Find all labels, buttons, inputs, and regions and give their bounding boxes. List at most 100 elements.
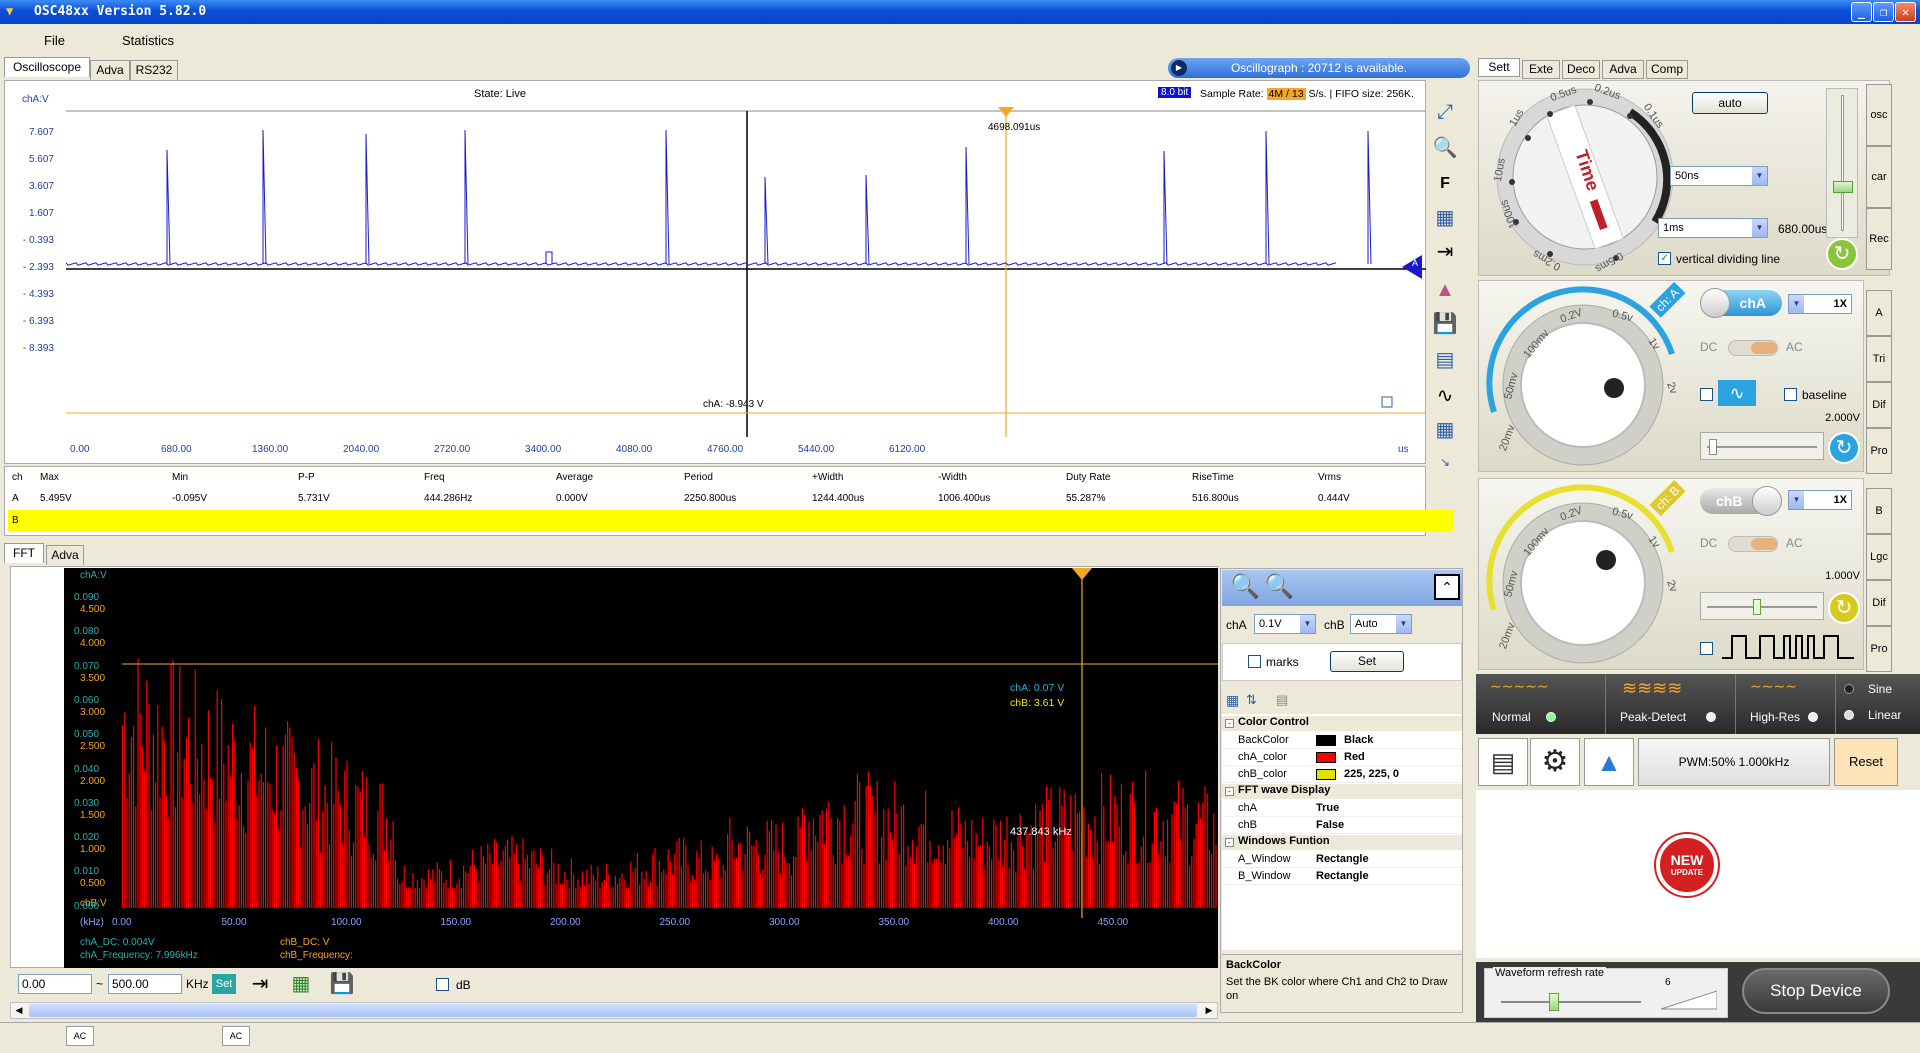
pwm-button[interactable]: PWM:50% 1.000kHz xyxy=(1638,738,1830,786)
property-row[interactable]: chB_color 225, 225, 0 xyxy=(1222,767,1462,783)
property-row[interactable]: chA True xyxy=(1222,801,1462,817)
histogram-button[interactable]: ▤ xyxy=(1478,738,1528,786)
image-export-icon[interactable]: ▤ xyxy=(1431,346,1459,374)
minimize-button[interactable]: _ xyxy=(1851,2,1872,22)
waveform-icon[interactable]: ∿ xyxy=(1431,382,1459,410)
tab-exte[interactable]: Exte xyxy=(1522,60,1560,79)
fft-grid-icon[interactable]: ▦ xyxy=(287,970,315,998)
side-tab-osc[interactable]: osc xyxy=(1866,84,1892,146)
close-button[interactable]: ✕ xyxy=(1895,2,1916,22)
area-chart-button[interactable]: ▲ xyxy=(1584,738,1634,786)
save-icon[interactable]: 💾 xyxy=(1431,310,1459,338)
fft-chart[interactable] xyxy=(122,568,1218,918)
side-tab-pro-b[interactable]: Pro xyxy=(1866,626,1892,672)
tab-oscilloscope[interactable]: Oscilloscope xyxy=(4,57,90,77)
sine-radio[interactable] xyxy=(1844,684,1854,694)
property-row[interactable]: B_Window Rectangle xyxy=(1222,869,1462,885)
mode-linear-option[interactable]: Linear xyxy=(1838,706,1918,726)
collapse-box-icon[interactable]: - xyxy=(1225,719,1234,728)
timebase-slider-track[interactable] xyxy=(1826,88,1858,238)
tab-comp[interactable]: Comp xyxy=(1646,60,1688,79)
linear-radio[interactable] xyxy=(1844,710,1854,720)
availability-banner[interactable]: ▶ Oscillograph : 20712 is available. xyxy=(1168,58,1470,78)
scroll-thumb[interactable] xyxy=(29,1004,1197,1017)
collapse-up-icon[interactable]: ⌃ xyxy=(1434,574,1460,600)
zoom-in-icon[interactable]: 🔍 xyxy=(1431,134,1459,162)
settings-gear-button[interactable]: ⚙ xyxy=(1530,738,1580,786)
marks-checkbox[interactable] xyxy=(1248,655,1261,668)
slider-thumb[interactable] xyxy=(1549,993,1559,1011)
cha-refresh-icon[interactable]: ↻ xyxy=(1828,432,1860,464)
menu-statistics[interactable]: Statistics xyxy=(122,33,174,48)
new-update-badge[interactable]: NEW UPDATE xyxy=(1656,834,1718,896)
fft-chb-scale-select[interactable]: Auto ▼ xyxy=(1350,614,1412,634)
fft-cha-scale-select[interactable]: 0.1V ▼ xyxy=(1254,614,1316,634)
refresh-rate-slider[interactable] xyxy=(1493,989,1719,1013)
measure-width-icon[interactable]: ⇥ xyxy=(1431,238,1459,266)
vertical-dividing-checkbox[interactable]: ✓ xyxy=(1658,252,1671,265)
property-row[interactable]: BackColor Black xyxy=(1222,733,1462,749)
timebase-fine-select[interactable]: 50ns ▼ xyxy=(1670,166,1768,186)
tab-sett[interactable]: Sett xyxy=(1478,58,1520,77)
cha-coupling-switch[interactable] xyxy=(1728,340,1778,356)
reset-button[interactable]: Reset xyxy=(1834,738,1898,786)
side-tab-a[interactable]: A xyxy=(1866,290,1892,336)
mode-sine-option[interactable]: Sine xyxy=(1838,680,1918,700)
tab-rs232[interactable]: RS232 xyxy=(130,60,178,80)
tab-right-adva[interactable]: Adva xyxy=(1602,60,1644,79)
cha-offset-slider[interactable] xyxy=(1700,432,1824,460)
property-row[interactable]: chB False xyxy=(1222,818,1462,834)
highres-radio[interactable] xyxy=(1808,712,1818,722)
chb-refresh-icon[interactable]: ↻ xyxy=(1828,592,1860,624)
marks-set-button[interactable]: Set xyxy=(1330,651,1404,672)
collapse-box-icon[interactable]: - xyxy=(1225,838,1234,847)
fft-freq-cursor-marker[interactable] xyxy=(1072,568,1092,580)
menu-file[interactable]: File xyxy=(44,33,65,48)
cha-invert-checkbox[interactable] xyxy=(1700,388,1713,401)
fft-set-button[interactable]: Set xyxy=(212,974,236,994)
expand-corner-icon[interactable]: ↘ xyxy=(1431,448,1459,476)
property-row[interactable]: chA_color Red xyxy=(1222,750,1462,766)
slider-thumb[interactable] xyxy=(1753,599,1761,615)
side-tab-lgc[interactable]: Lgc xyxy=(1866,534,1892,580)
side-tab-dif[interactable]: Dif xyxy=(1866,382,1892,428)
peak-radio[interactable] xyxy=(1706,712,1716,722)
maximize-button[interactable]: ❐ xyxy=(1873,2,1894,22)
chb-probe-select[interactable]: ▼ 1X xyxy=(1788,490,1852,510)
categorized-icon[interactable]: ▦ xyxy=(1226,692,1239,709)
slider-thumb[interactable] xyxy=(1833,181,1853,193)
fft-zoom-in-icon[interactable]: 🔍 xyxy=(1230,572,1260,601)
chb-coupling-switch[interactable] xyxy=(1728,536,1778,552)
side-tab-pro[interactable]: Pro xyxy=(1866,428,1892,474)
property-row[interactable]: A_Window Rectangle xyxy=(1222,852,1462,868)
timebase-refresh-icon[interactable]: ↻ xyxy=(1826,238,1858,270)
fft-range-from-input[interactable] xyxy=(18,974,92,994)
fft-scrollbar[interactable]: ◀ ▶ xyxy=(10,1002,1218,1019)
freeze-f-icon[interactable]: F xyxy=(1431,170,1459,198)
scope-plot[interactable] xyxy=(66,107,1434,437)
scroll-left-arrow[interactable]: ◀ xyxy=(11,1003,27,1018)
cha-toggle[interactable]: chA xyxy=(1700,288,1782,318)
property-pages-icon[interactable]: ▤ xyxy=(1276,692,1288,708)
property-category[interactable]: FFT wave Display xyxy=(1222,784,1462,799)
scroll-right-arrow[interactable]: ▶ xyxy=(1201,1003,1217,1018)
tab-fft-adva[interactable]: Adva xyxy=(46,545,84,565)
side-tab-car[interactable]: car xyxy=(1866,146,1892,208)
property-category[interactable]: Windows Funtion xyxy=(1222,835,1462,850)
stop-device-button[interactable]: Stop Device xyxy=(1742,968,1890,1014)
time-cursor-marker[interactable] xyxy=(998,107,1014,117)
db-checkbox[interactable] xyxy=(436,978,449,991)
fit-screen-icon[interactable]: ⤢ xyxy=(1431,98,1459,126)
logic-checkbox[interactable] xyxy=(1700,642,1713,655)
slider-thumb[interactable] xyxy=(1709,439,1717,455)
table-icon[interactable]: ▦ xyxy=(1431,416,1459,444)
grid-cursor-icon[interactable]: ▦ xyxy=(1431,204,1459,232)
mode-peak-detect[interactable]: ≋≋≋≋ Peak-Detect xyxy=(1606,674,1736,734)
property-category[interactable]: Color Control xyxy=(1222,716,1462,731)
collapse-box-icon[interactable]: - xyxy=(1225,787,1234,796)
timebase-coarse-select[interactable]: 1ms ▼ xyxy=(1658,218,1768,238)
baseline-checkbox[interactable] xyxy=(1784,388,1797,401)
side-tab-b[interactable]: B xyxy=(1866,488,1892,534)
fft-zoom-out-icon[interactable]: 🔍 xyxy=(1264,572,1294,601)
cha-probe-select[interactable]: ▼ 1X xyxy=(1788,294,1852,314)
